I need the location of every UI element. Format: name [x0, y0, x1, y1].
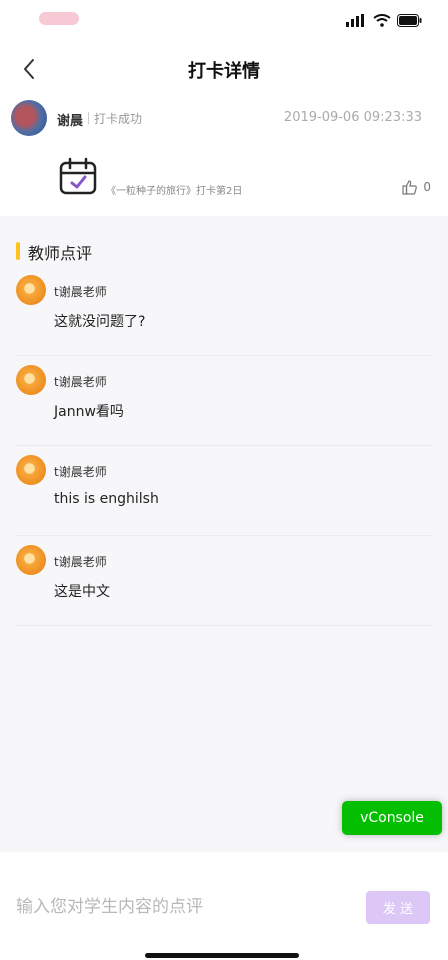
- checkin-status: 打卡成功: [88, 110, 142, 127]
- user-avatar: [11, 100, 47, 136]
- comment-compose-bar: 发 送: [0, 852, 448, 960]
- comment-text: 这是中文: [54, 584, 110, 600]
- signal-icon: [346, 14, 364, 27]
- teacher-avatar: [16, 365, 46, 395]
- comment-text: Jannw看吗: [54, 404, 124, 420]
- home-indicator: [145, 953, 299, 958]
- book-checkin-text: 《一粒种子的旅行》打卡第2日: [106, 186, 243, 197]
- nav-bar: 打卡详情: [0, 44, 448, 92]
- comment-author: t谢晨老师: [54, 375, 107, 389]
- comment-author: t谢晨老师: [54, 285, 107, 299]
- page-title: 打卡详情: [188, 61, 260, 82]
- checkin-status-text: 打卡成功: [94, 112, 143, 126]
- like-button[interactable]: 0: [402, 179, 431, 195]
- user-name: 谢晨: [57, 114, 84, 129]
- teacher-avatar: [16, 545, 46, 575]
- comment-text: this is enghilsh: [54, 491, 159, 507]
- comment-author: t谢晨老师: [54, 555, 107, 569]
- comment-item: t谢晨老师 这是中文: [16, 536, 432, 626]
- record-card: 谢晨 打卡成功 2019-09-06 09:23:33 《一粒种子的旅行》打卡第…: [0, 92, 448, 216]
- divider: [88, 112, 89, 124]
- like-count: 0: [423, 180, 431, 194]
- thumbs-up-icon: [402, 180, 418, 195]
- recording-indicator: [39, 12, 79, 25]
- calendar-check-icon: [59, 157, 97, 195]
- comment-item: t谢晨老师 Jannw看吗: [16, 356, 432, 446]
- comment-text: 这就没问题了?: [54, 314, 146, 330]
- status-bar: [0, 0, 448, 44]
- teacher-avatar: [16, 455, 46, 485]
- send-button[interactable]: 发 送: [366, 891, 430, 924]
- wifi-icon: [373, 14, 391, 27]
- checkin-time: 2019-09-06 09:23:33: [283, 110, 422, 125]
- vconsole-button[interactable]: vConsole: [342, 801, 442, 835]
- comment-item: t谢晨老师 this is enghilsh: [16, 446, 432, 536]
- comment-author: t谢晨老师: [54, 465, 107, 479]
- battery-icon: [397, 14, 422, 27]
- comment-input[interactable]: [16, 895, 346, 919]
- comment-item: t谢晨老师 这就没问题了?: [16, 266, 432, 356]
- teacher-review-section: 教师点评 t谢晨老师 这就没问题了? t谢晨老师 Jannw看吗 t谢晨老师 t…: [0, 227, 448, 852]
- status-icons: [346, 14, 422, 27]
- section-title: 教师点评: [16, 240, 92, 264]
- teacher-avatar: [16, 275, 46, 305]
